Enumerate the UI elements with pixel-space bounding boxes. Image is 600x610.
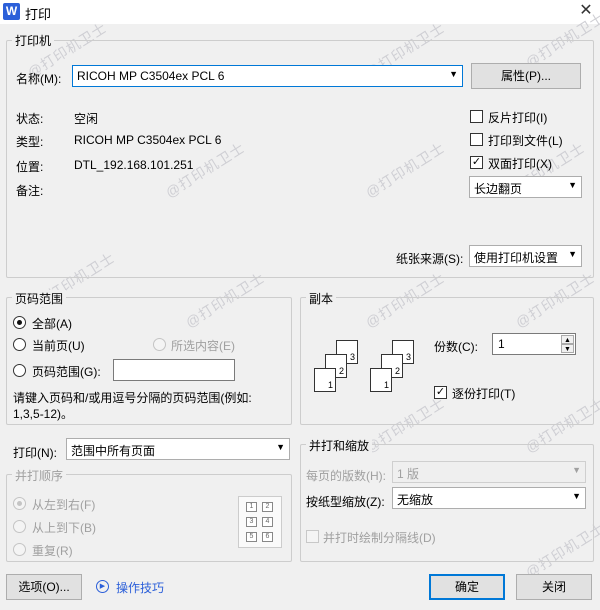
play-icon[interactable]: ▶ <box>96 580 109 593</box>
range-hint: 请键入页码和/或用逗号分隔的页码范围(例如: 1,3,5-12)。 <box>13 391 252 421</box>
order-cell: 4 <box>262 517 273 527</box>
print-what-label: 打印(N): <box>13 446 57 460</box>
printer-group-legend: 打印机 <box>12 32 55 49</box>
type-value: RICOH MP C3504ex PCL 6 <box>74 133 222 147</box>
range-current-label: 当前页(U) <box>32 339 85 353</box>
range-all-label: 全部(A) <box>32 317 72 331</box>
print-what-select[interactable]: 范围中所有页面 ▼ <box>66 438 290 460</box>
duplex-checkbox[interactable]: ✓ <box>470 156 483 169</box>
ok-button[interactable]: 确定 <box>429 574 505 600</box>
duplex-mode-value: 长边翻页 <box>474 182 523 196</box>
order-top-bottom-radio[interactable] <box>13 520 26 533</box>
tips-link[interactable]: 操作技巧 <box>116 579 164 596</box>
copies-legend: 副本 <box>306 290 337 307</box>
order-cell: 6 <box>262 532 273 542</box>
range-pages-label: 页码范围(G): <box>32 365 101 379</box>
chevron-down-icon: ▼ <box>568 180 577 190</box>
order-cell: 3 <box>246 517 257 527</box>
range-selection-radio[interactable] <box>153 338 166 351</box>
order-top-bottom-label: 从上到下(B) <box>32 521 96 535</box>
reverse-print-label: 反片打印(I) <box>488 111 548 125</box>
scale-select[interactable]: 无缩放 ▼ <box>392 487 586 509</box>
chevron-down-icon: ▼ <box>572 491 581 501</box>
chevron-down-icon: ▼ <box>276 442 285 452</box>
order-repeat-label: 重复(R) <box>32 544 73 558</box>
range-pages-radio[interactable] <box>13 364 26 377</box>
order-cell: 2 <box>262 502 273 512</box>
printer-name-select[interactable]: RICOH MP C3504ex PCL 6 ▼ <box>72 65 463 87</box>
pages-per-sheet-select[interactable]: 1 版 ▼ <box>392 461 586 483</box>
reverse-print-checkbox[interactable] <box>470 110 483 123</box>
chevron-down-icon: ▼ <box>568 249 577 259</box>
options-button[interactable]: 选项(O)... <box>6 574 82 600</box>
check-icon: ✓ <box>471 156 482 168</box>
print-to-file-label: 打印到文件(L) <box>488 134 563 148</box>
status-value: 空闲 <box>74 112 99 126</box>
merge-order-legend: 并打顺序 <box>12 467 67 484</box>
location-label: 位置: <box>16 160 44 174</box>
zoom-legend: 并打和缩放 <box>306 437 373 454</box>
range-all-radio[interactable] <box>13 316 26 329</box>
duplex-mode-select[interactable]: 长边翻页 ▼ <box>469 176 582 198</box>
page-illustration: 1 <box>314 368 336 392</box>
order-repeat-radio[interactable] <box>13 543 26 556</box>
page-range-legend: 页码范围 <box>12 290 67 307</box>
draw-borders-checkbox[interactable] <box>306 530 319 543</box>
chevron-down-icon: ▼ <box>572 465 581 475</box>
page-range-input[interactable] <box>113 359 235 381</box>
wps-writer-icon: W <box>3 3 20 20</box>
location-value: DTL_192.168.101.251 <box>74 158 194 172</box>
range-selection-label: 所选内容(E) <box>171 339 235 353</box>
range-current-radio[interactable] <box>13 338 26 351</box>
status-label: 状态: <box>16 112 44 126</box>
dialog-title: 打印 <box>25 7 52 22</box>
comment-label: 备注: <box>16 184 44 198</box>
scale-label: 按纸型缩放(Z): <box>306 495 385 509</box>
print-what-value: 范围中所有页面 <box>71 444 156 458</box>
copies-value: 1 <box>498 337 505 351</box>
print-to-file-checkbox[interactable] <box>470 133 483 146</box>
page-illustration: 1 <box>370 368 392 392</box>
order-cell: 5 <box>246 532 257 542</box>
order-left-right-label: 从左到右(F) <box>32 498 96 512</box>
properties-button[interactable]: 属性(P)... <box>471 63 581 89</box>
collate-checkbox[interactable]: ✓ <box>434 386 447 399</box>
close-icon[interactable]: ✕ <box>575 1 597 23</box>
title-bar <box>0 0 600 24</box>
collate-label: 逐份打印(T) <box>452 387 516 401</box>
scale-value: 无缩放 <box>397 493 434 507</box>
duplex-label: 双面打印(X) <box>488 157 552 171</box>
chevron-down-icon: ▼ <box>449 69 458 79</box>
paper-source-value: 使用打印机设置 <box>474 251 559 265</box>
paper-source-select[interactable]: 使用打印机设置 ▼ <box>469 245 582 267</box>
paper-source-label: 纸张来源(S): <box>396 252 464 266</box>
copies-label: 份数(C): <box>434 340 478 354</box>
spin-down-icon[interactable]: ▼ <box>561 344 574 353</box>
order-left-right-radio[interactable] <box>13 497 26 510</box>
spin-up-icon[interactable]: ▲ <box>561 335 574 344</box>
order-preview: 1 2 3 4 5 6 <box>238 496 282 548</box>
type-label: 类型: <box>16 135 44 149</box>
printer-name-value: RICOH MP C3504ex PCL 6 <box>77 69 225 83</box>
draw-borders-label: 并打时绘制分隔线(D) <box>323 531 436 545</box>
pages-per-sheet-value: 1 版 <box>397 467 420 481</box>
pages-per-sheet-label: 每页的版数(H): <box>306 469 386 483</box>
check-icon: ✓ <box>435 386 446 398</box>
order-cell: 1 <box>246 502 257 512</box>
copies-input[interactable]: 1 ▲ ▼ <box>492 333 576 355</box>
printer-name-label: 名称(M): <box>16 72 62 86</box>
close-button[interactable]: 关闭 <box>516 574 592 600</box>
